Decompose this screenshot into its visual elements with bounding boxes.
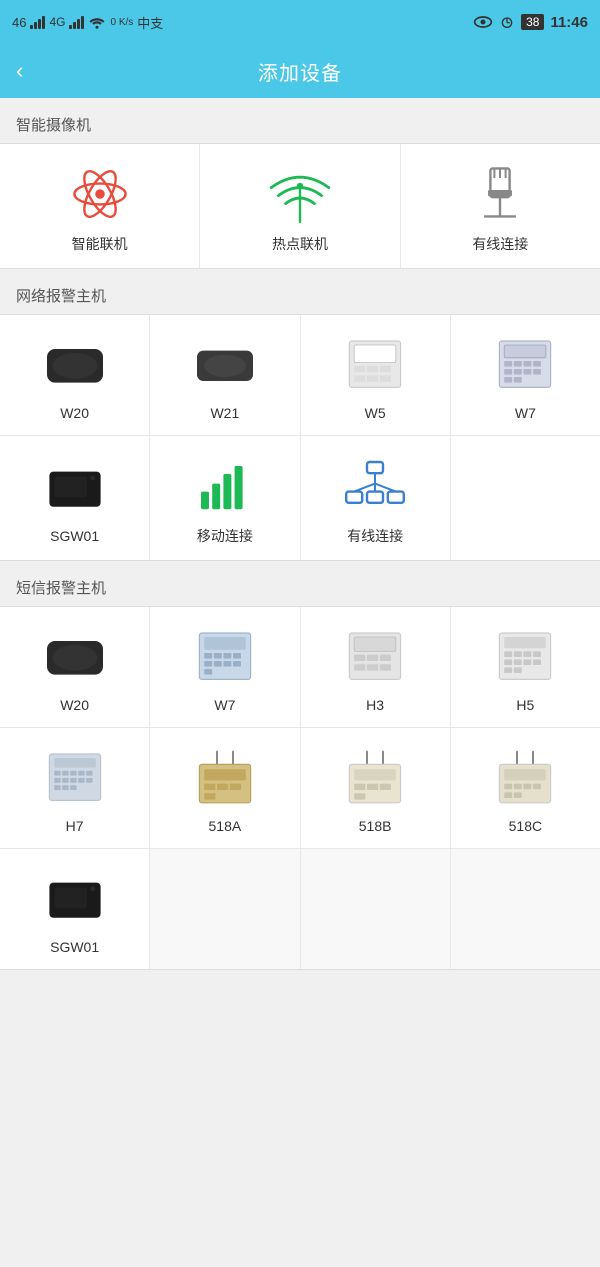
hotspot-connect-label: 热点联机 — [272, 234, 328, 254]
518a-sms-icon — [193, 746, 257, 810]
w7-net-cell[interactable]: W7 — [451, 315, 600, 435]
w7-net-label: W7 — [515, 405, 536, 421]
section-label-sms-alarm: 短信报警主机 — [0, 561, 600, 606]
empty-net-cell — [451, 436, 600, 560]
network-alarm-row-1: W20 W21 — [0, 315, 600, 436]
h7-sms-icon — [43, 746, 107, 810]
wifi-antenna-icon — [268, 162, 332, 226]
w5-net-cell[interactable]: W5 — [301, 315, 451, 435]
sgw01-net-cell[interactable]: SGW01 — [0, 436, 150, 560]
w20-net-cell[interactable]: W20 — [0, 315, 150, 435]
signal-bars-2 — [69, 15, 84, 29]
ethernet-icon — [468, 162, 532, 226]
518a-sms-cell[interactable]: 518A — [150, 728, 300, 848]
sms-alarm-row-1: W20 — [0, 607, 600, 728]
status-right: 38 11:46 — [473, 14, 588, 31]
h3-sms-icon — [343, 625, 407, 689]
518b-sms-label: 518B — [359, 818, 392, 834]
w20-net-label: W20 — [60, 405, 89, 421]
w20-sms-label: W20 — [60, 697, 89, 713]
w5-net-label: W5 — [365, 405, 386, 421]
smart-connect-cell[interactable]: 智能联机 — [0, 144, 200, 268]
wired-connect-cam-label: 有线连接 — [472, 234, 528, 254]
lan-icon — [343, 454, 407, 518]
w20-sms-icon — [43, 625, 107, 689]
signal-type: 4G — [49, 15, 65, 29]
signal-bars — [30, 15, 45, 29]
status-left: 46 4G 0 K/s 中支 — [12, 13, 163, 32]
h7-sms-label: H7 — [66, 818, 84, 834]
wired-connect-net-cell[interactable]: 有线连接 — [301, 436, 451, 560]
w5-net-icon — [343, 333, 407, 397]
w7-sms-icon — [193, 625, 257, 689]
h5-sms-icon — [493, 625, 557, 689]
time-display: 11:46 — [550, 14, 588, 31]
518a-sms-label: 518A — [209, 818, 242, 834]
sgw01-net-icon — [43, 456, 107, 520]
h5-sms-label: H5 — [516, 697, 534, 713]
smart-camera-grid: 智能联机 热点联机 — [0, 143, 600, 269]
page-header: ‹ 添加设备 — [0, 44, 600, 98]
518c-sms-label: 518C — [509, 818, 542, 834]
data-speed: 0 K/s — [110, 17, 133, 28]
sms-alarm-row-2: H7 518A — [0, 728, 600, 849]
h3-sms-cell[interactable]: H3 — [301, 607, 451, 727]
section-label-smart-camera: 智能摄像机 — [0, 98, 600, 143]
h5-sms-cell[interactable]: H5 — [451, 607, 600, 727]
empty-sms-cell-3 — [451, 849, 600, 969]
smart-connect-label: 智能联机 — [72, 234, 128, 254]
smart-camera-row-1: 智能联机 热点联机 — [0, 144, 600, 268]
w21-net-icon — [193, 333, 257, 397]
w7-sms-cell[interactable]: W7 — [150, 607, 300, 727]
status-bar: 46 4G 0 K/s 中支 3 — [0, 0, 600, 44]
section-label-network-alarm: 网络报警主机 — [0, 269, 600, 314]
mobile-signal-icon — [193, 454, 257, 518]
eye-icon — [473, 15, 493, 29]
empty-sms-cell-1 — [150, 849, 300, 969]
w21-net-cell[interactable]: W21 — [150, 315, 300, 435]
back-button[interactable]: ‹ — [16, 60, 23, 82]
carrier-name: 中支 — [137, 13, 163, 32]
mobile-connect-cell[interactable]: 移动连接 — [150, 436, 300, 560]
518c-sms-icon — [493, 746, 557, 810]
sgw01-sms-label: SGW01 — [50, 939, 99, 955]
atom-icon — [68, 162, 132, 226]
h3-sms-label: H3 — [366, 697, 384, 713]
alarm-icon — [499, 14, 515, 30]
wired-connect-net-label: 有线连接 — [347, 526, 403, 546]
h7-sms-cell[interactable]: H7 — [0, 728, 150, 848]
empty-sms-cell-2 — [301, 849, 451, 969]
sms-alarm-grid: W20 — [0, 606, 600, 970]
page-content: 智能摄像机 智能联机 — [0, 98, 600, 970]
518b-sms-icon — [343, 746, 407, 810]
sgw01-sms-icon — [43, 867, 107, 931]
carrier-label: 46 — [12, 15, 26, 30]
518c-sms-cell[interactable]: 518C — [451, 728, 600, 848]
page-title: 添加设备 — [258, 57, 342, 86]
hotspot-connect-cell[interactable]: 热点联机 — [200, 144, 400, 268]
mobile-connect-label: 移动连接 — [197, 526, 253, 546]
battery-level: 38 — [521, 14, 544, 30]
518b-sms-cell[interactable]: 518B — [301, 728, 451, 848]
w7-sms-label: W7 — [214, 697, 235, 713]
w21-net-label: W21 — [210, 405, 239, 421]
w20-sms-cell[interactable]: W20 — [0, 607, 150, 727]
wired-connect-cam-cell[interactable]: 有线连接 — [401, 144, 600, 268]
w7-net-icon — [493, 333, 557, 397]
wifi-status-icon — [88, 15, 106, 29]
sgw01-net-label: SGW01 — [50, 528, 99, 544]
sgw01-sms-cell[interactable]: SGW01 — [0, 849, 150, 969]
network-alarm-grid: W20 W21 — [0, 314, 600, 561]
w20-net-icon — [43, 333, 107, 397]
network-alarm-row-2: SGW01 移动连接 — [0, 436, 600, 560]
sms-alarm-row-3: SGW01 — [0, 849, 600, 969]
